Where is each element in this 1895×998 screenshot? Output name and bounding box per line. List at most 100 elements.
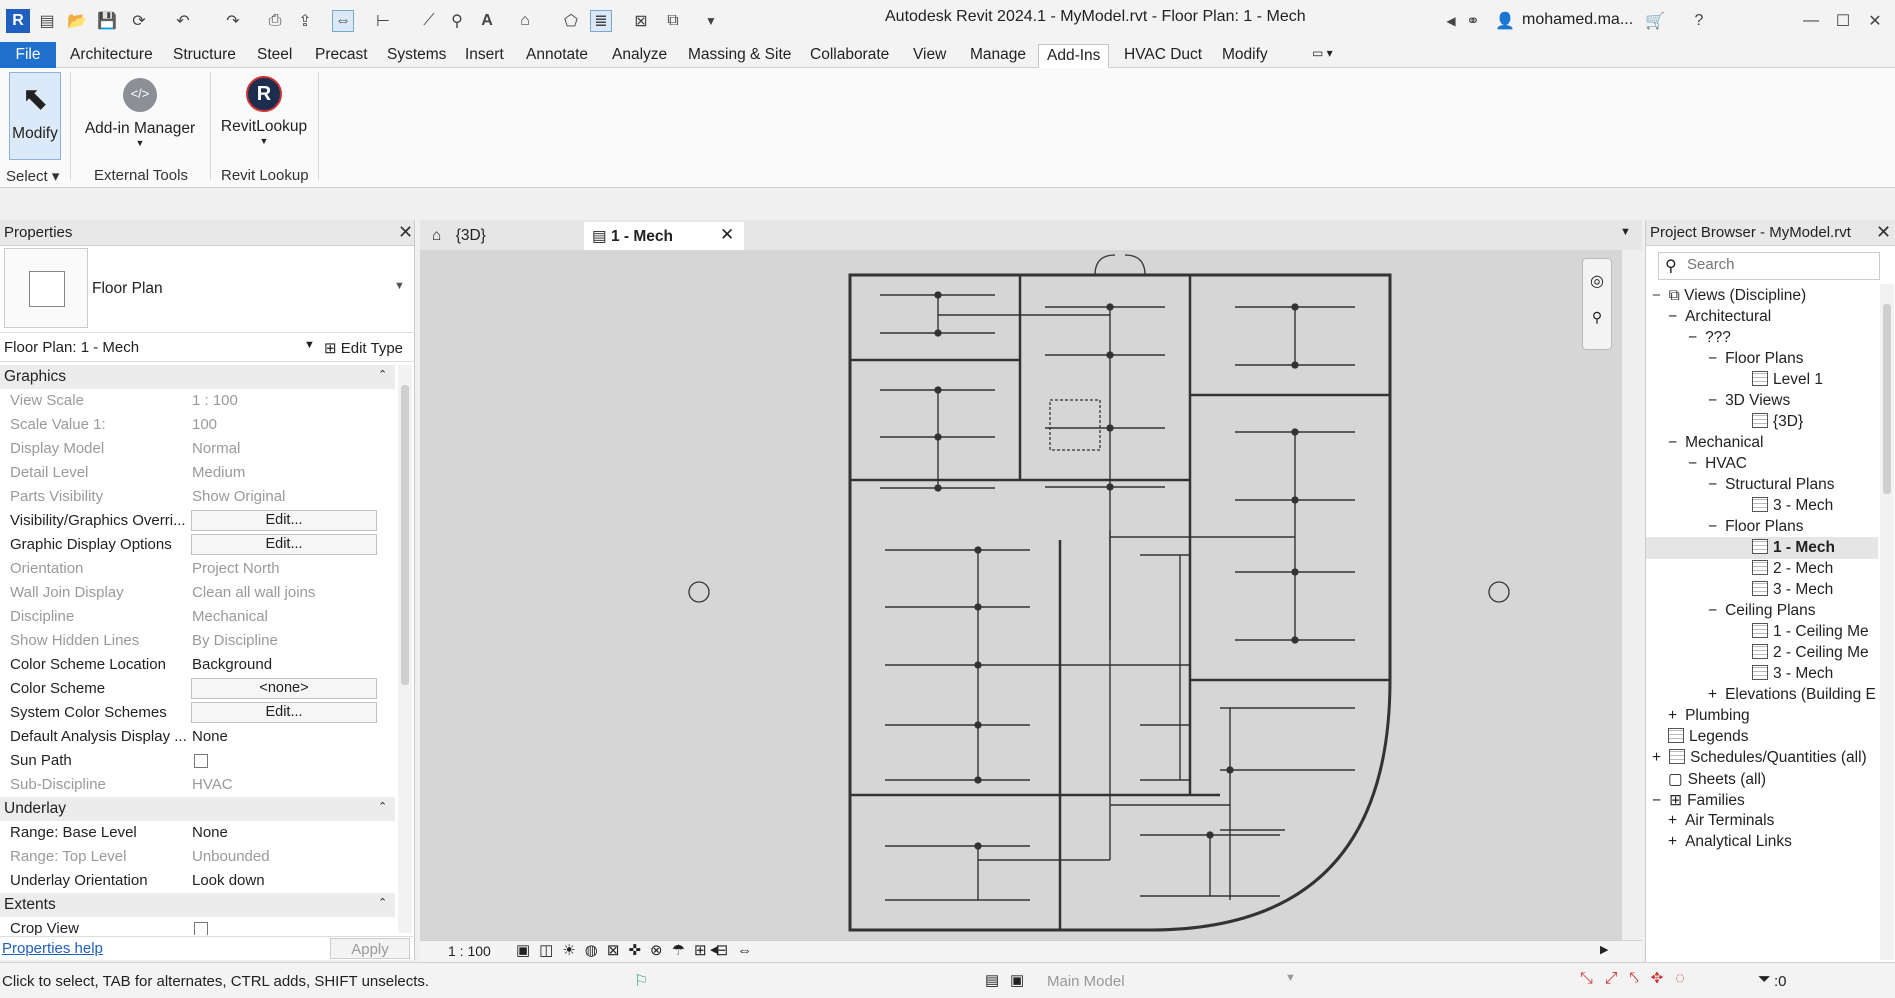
tree-node[interactable]: + Analytical Links [1668, 833, 1792, 851]
maximize-icon[interactable]: ☐ [1832, 10, 1854, 32]
tree-node[interactable]: − Architectural [1668, 308, 1771, 326]
tab-file[interactable]: File [0, 42, 56, 68]
tree-node[interactable]: Level 1 [1752, 371, 1823, 389]
close-tab-icon[interactable]: ✕ [720, 225, 734, 245]
tree-node[interactable]: ▢ Sheets (all) [1668, 770, 1766, 789]
navigation-bar[interactable]: ◎ ⚲ [1582, 258, 1612, 350]
tab-1-mech[interactable]: ▤ 1 - Mech ✕ [584, 222, 744, 250]
drawing-canvas[interactable]: ◎ ⚲ [420, 250, 1642, 940]
ribbon-minimize-icon[interactable]: ▭ ▾ [1304, 44, 1341, 68]
active-model-selector[interactable]: Main Model [1047, 973, 1125, 990]
measure-icon[interactable]: ⇔ [332, 10, 354, 32]
tree-node[interactable]: − Ceiling Plans [1708, 602, 1816, 620]
prop-row[interactable]: Default Analysis Display ... None [0, 725, 395, 749]
tab-collaborate[interactable]: Collaborate [802, 44, 897, 68]
design-options-icon[interactable]: ▤ [985, 971, 999, 989]
browser-search-box[interactable]: ⚲ [1658, 252, 1880, 280]
user-icon[interactable]: 👤 [1494, 10, 1516, 32]
tab-manage[interactable]: Manage [962, 44, 1034, 68]
tag-all-icon[interactable]: ⚲ [446, 10, 468, 32]
crop-view-checkbox[interactable] [194, 922, 208, 935]
filter-icon[interactable]: ⏷ [1758, 971, 1771, 989]
edit-type-button[interactable]: ⊞ Edit Type [324, 339, 403, 357]
tab-systems[interactable]: Systems [379, 44, 454, 68]
instance-selector[interactable]: Floor Plan: 1 - Mech ▼ [4, 339, 315, 356]
prop-row[interactable]: Underlay Orientation Look down [0, 869, 395, 893]
scroll-thumb[interactable] [1883, 304, 1891, 494]
switch-windows-icon[interactable]: ⧉ [662, 10, 684, 32]
thin-lines-icon[interactable]: ≣ [590, 10, 612, 32]
tree-node[interactable]: + Elevations (Building E [1708, 686, 1876, 704]
tree-node[interactable]: −??? [1688, 329, 1731, 347]
tab-annotate[interactable]: Annotate [518, 44, 596, 68]
default-3d-icon[interactable]: ⌂ [514, 10, 536, 32]
graphic-display-edit-button[interactable]: Edit... [191, 534, 377, 555]
zoom-icon[interactable]: ⚲ [1583, 309, 1611, 326]
tree-node[interactable]: + Schedules/Quantities (all) [1652, 749, 1867, 767]
system-color-schemes-button[interactable]: Edit... [191, 702, 377, 723]
dimension-icon[interactable]: ⊢ [372, 10, 394, 32]
save-icon[interactable]: 💾 [96, 10, 118, 32]
model-icon[interactable]: ▣ [1010, 971, 1024, 989]
revit-logo-icon[interactable]: R [6, 9, 30, 33]
text-icon[interactable]: A [476, 10, 498, 32]
tree-node[interactable]: − Floor Plans [1708, 350, 1803, 368]
tree-node[interactable]: Legends [1668, 728, 1748, 746]
prop-row[interactable]: Range: Base Level None [0, 821, 395, 845]
scroll-thumb[interactable] [401, 385, 409, 685]
tree-node[interactable]: − Structural Plans [1708, 476, 1834, 494]
vertical-scrollbar[interactable] [1622, 250, 1642, 940]
open-icon[interactable]: 📂 [66, 10, 88, 32]
tree-node[interactable]: −3D Views [1708, 392, 1790, 410]
tree-node[interactable]: 1 - Ceiling Me [1752, 623, 1869, 641]
tree-node[interactable]: 3 - Mech [1752, 581, 1833, 599]
tab-steel[interactable]: Steel [249, 44, 300, 68]
tab-insert[interactable]: Insert [457, 44, 512, 68]
tree-node[interactable]: − HVAC [1688, 455, 1747, 473]
tree-node[interactable]: + Plumbing [1668, 707, 1750, 725]
customize-qat-icon[interactable]: ▼ [700, 10, 722, 32]
tab-add-ins[interactable]: Add-Ins [1038, 44, 1110, 68]
close-icon[interactable]: ✕ [398, 222, 413, 243]
group-extents[interactable]: Extents ⌃ [0, 893, 395, 917]
apply-button[interactable]: Apply [330, 938, 410, 959]
collapse-arrow-icon[interactable]: ◀ [1440, 10, 1462, 32]
worksharing-icon[interactable]: ⚐ [634, 971, 648, 991]
browser-search-input[interactable] [1687, 256, 1872, 273]
close-window-icon[interactable]: ✕ [1864, 10, 1886, 32]
tree-node[interactable]: − ⊞ Families [1652, 791, 1745, 810]
tree-node[interactable]: {3D} [1752, 413, 1803, 431]
group-graphics[interactable]: Graphics ⌃ [0, 365, 395, 389]
tree-node[interactable]: − Mechanical [1668, 434, 1763, 452]
revitlookup-button[interactable]: R RevitLookup ▼ [218, 72, 310, 162]
view-control-icons[interactable]: ▣◫☀◍⊠✜⊗☂⊞⊟⇔ [516, 941, 761, 959]
tree-node-active[interactable]: 1 - Mech [1646, 537, 1878, 559]
tree-node[interactable]: − ⧉ Views (Discipline) [1652, 287, 1806, 305]
redo-icon[interactable]: ↷ [222, 10, 244, 32]
tab-3d-view[interactable]: ⌂ {3D} [424, 222, 584, 250]
tab-dropdown-icon[interactable]: ▼ [1620, 226, 1631, 238]
vg-edit-button[interactable]: Edit... [191, 510, 377, 531]
undo-icon[interactable]: ↶ [172, 10, 194, 32]
section-icon[interactable]: ⬠ [560, 10, 582, 32]
cart-icon[interactable]: 🛒 [1644, 10, 1666, 32]
add-in-manager-button[interactable]: </> Add-in Manager ▼ [82, 72, 198, 162]
prop-row[interactable]: Color Scheme Location Background [0, 653, 395, 677]
export-icon[interactable]: ⇪ [294, 10, 316, 32]
tree-node[interactable]: 3 - Mech [1752, 665, 1833, 683]
scroll-left-icon[interactable]: ◀ [710, 943, 718, 956]
tree-node[interactable]: + Air Terminals [1668, 812, 1774, 830]
properties-scrollbar[interactable] [398, 365, 412, 933]
user-name[interactable]: mohamed.ma... [1522, 11, 1633, 29]
select-dropdown[interactable]: Select ▾ [6, 167, 59, 185]
tag-icon[interactable]: ⟋ [418, 10, 440, 32]
tab-modify[interactable]: Modify [1214, 44, 1276, 68]
floor-plan-drawing[interactable] [420, 250, 1622, 940]
help-icon[interactable]: ? [1688, 10, 1710, 32]
tree-node[interactable]: 3 - Mech [1752, 497, 1833, 515]
tab-analyze[interactable]: Analyze [604, 44, 675, 68]
group-underlay[interactable]: Underlay ⌃ [0, 797, 395, 821]
tab-view[interactable]: View [905, 44, 954, 68]
tree-node[interactable]: 2 - Ceiling Me [1752, 644, 1869, 662]
modify-button[interactable]: ⬉ Modify [9, 72, 61, 160]
